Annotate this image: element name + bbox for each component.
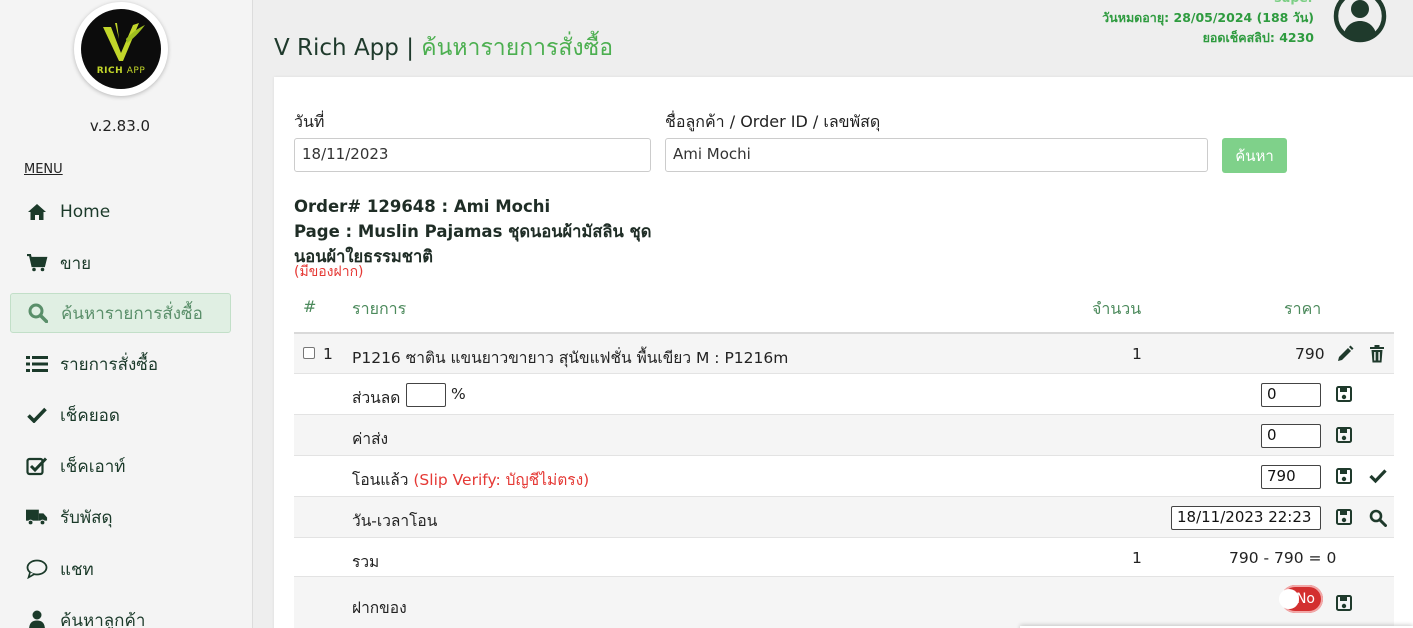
sidebar-item-label: Home: [60, 202, 111, 222]
sidebar-item-checkout[interactable]: เช็คเอาท์: [10, 446, 231, 486]
transfer-label-text: โอนแล้ว: [352, 471, 409, 489]
deposit-toggle[interactable]: No: [1279, 585, 1323, 613]
sidebar-item-label: เช็คเอาท์: [60, 456, 126, 477]
order-title: Order# 129648 : Ami Mochi: [294, 197, 551, 216]
deposit-row: ฝากของ No: [294, 576, 1394, 628]
discount-percent-input[interactable]: [406, 383, 446, 407]
page-name: ค้นหารายการสั่งซื้อ: [421, 35, 614, 61]
truck-icon: [26, 506, 48, 528]
sidebar-item-label: ขาย: [60, 253, 92, 274]
save-icon[interactable]: [1336, 595, 1354, 613]
save-icon[interactable]: [1336, 427, 1354, 445]
sidebar-item-label: รายการสั่งซื้อ: [60, 354, 159, 375]
col-header-qty: จำนวน: [1092, 299, 1142, 318]
row-qty: 1: [1132, 345, 1142, 363]
check-icon: [26, 404, 48, 426]
menu-title: MENU: [24, 162, 63, 177]
search-button[interactable]: ค้นหา: [1222, 138, 1287, 173]
search-input[interactable]: Ami Mochi: [665, 138, 1208, 172]
save-icon[interactable]: [1336, 468, 1354, 486]
transfer-time-row: วัน-เวลาโอน 18/11/2023 22:23: [294, 496, 1394, 537]
transfer-amount-input[interactable]: 790: [1261, 465, 1321, 489]
sidebar-item-chat[interactable]: แชท: [10, 549, 231, 589]
slip-balance: ยอดเช็คสลิป: 4230: [1202, 30, 1314, 45]
username: super: [1102, 0, 1314, 8]
row-num: 1: [323, 345, 333, 363]
query-label: ชื่อลูกค้า / Order ID / เลขพัสดุ: [665, 112, 881, 131]
row-checkbox[interactable]: [303, 347, 315, 359]
sidebar-item-orders[interactable]: รายการสั่งซื้อ: [10, 344, 231, 384]
table-row: 1 P1216 ซาติน แขนยาวขายาว สุนัขแฟชั่น พื…: [294, 332, 1394, 373]
discount-row: ส่วนลด % 0: [294, 373, 1394, 414]
save-icon[interactable]: [1336, 386, 1354, 404]
app-name: V Rich App |: [274, 35, 422, 61]
toggle-label: No: [1295, 591, 1315, 607]
check-icon[interactable]: [1369, 468, 1387, 486]
total-calc: 790 - 790 = 0: [1229, 549, 1337, 567]
save-icon[interactable]: [1336, 509, 1354, 527]
row-price: 790: [1295, 345, 1325, 363]
checkbox-icon: [26, 455, 48, 477]
date-label: วันที่: [294, 112, 325, 131]
transfer-time-label: วัน-เวลาโอน: [352, 512, 438, 530]
total-qty: 1: [1132, 549, 1142, 567]
percent-sign: %: [451, 385, 466, 403]
avatar[interactable]: [1332, 0, 1388, 48]
user-circle-icon: [1333, 0, 1387, 43]
user-icon: [26, 609, 48, 628]
order-info: Order# 129648 : Ami Mochi Page : Muslin …: [294, 194, 654, 269]
sidebar-item-label: ค้นหาลูกค้า: [60, 610, 146, 628]
cart-icon: [26, 252, 48, 274]
col-header-item: รายการ: [352, 299, 407, 318]
transfer-label: โอนแล้ว (Slip Verify: บัญชีไม่ตรง): [352, 467, 589, 492]
sidebar-item-sell[interactable]: ขาย: [10, 243, 231, 283]
logo-text-app: APP: [126, 66, 146, 76]
search-icon: [27, 302, 49, 324]
sidebar-item-label: เช็คยอด: [60, 405, 120, 426]
list-icon: [26, 353, 48, 375]
col-header-price: ราคา: [1284, 299, 1322, 318]
sidebar-item-label: ค้นหารายการสั่งซื้อ: [61, 303, 203, 324]
chat-icon: [26, 558, 48, 580]
deposit-label: ฝากของ: [352, 599, 407, 617]
search-card: วันที่ 18/11/2023 ชื่อลูกค้า / Order ID …: [274, 77, 1413, 628]
sidebar-item-label: รับพัสดุ: [60, 507, 113, 528]
sidebar-item-search-orders[interactable]: ค้นหารายการสั่งซื้อ: [10, 293, 231, 333]
sidebar-item-receive-parcel[interactable]: รับพัสดุ: [10, 497, 231, 537]
shipping-label: ค่าส่ง: [352, 430, 389, 448]
expiry-date: วันหมดอายุ: 28/05/2024 (188 วัน): [1102, 10, 1314, 25]
order-note: (มีของฝาก): [294, 264, 364, 280]
trash-icon[interactable]: [1369, 345, 1387, 363]
transfer-row: โอนแล้ว (Slip Verify: บัญชีไม่ตรง) 790: [294, 455, 1394, 496]
shipping-amount-input[interactable]: 0: [1261, 424, 1321, 448]
slip-verify-note: (Slip Verify: บัญชีไม่ตรง): [413, 471, 590, 489]
search-icon[interactable]: [1369, 509, 1387, 527]
sidebar-item-check-balance[interactable]: เช็คยอด: [10, 395, 231, 435]
transfer-time-input[interactable]: 18/11/2023 22:23: [1171, 506, 1321, 530]
sidebar-item-label: แชท: [60, 559, 94, 580]
row-item-name: P1216 ซาติน แขนยาวขายาว สุนัขแฟชั่น พื้น…: [352, 349, 789, 367]
total-label: รวม: [352, 553, 380, 571]
shipping-row: ค่าส่ง 0: [294, 414, 1394, 455]
user-info: super วันหมดอายุ: 28/05/2024 (188 วัน) ย…: [1102, 0, 1314, 48]
discount-label: ส่วนลด: [352, 389, 401, 407]
sidebar: RICH APP v.2.83.0 MENU Home ขาย ค้นหาราย…: [0, 0, 253, 628]
page-title: V Rich App | ค้นหารายการสั่งซื้อ: [274, 30, 613, 66]
logo-text: RICH: [96, 66, 124, 76]
logo: RICH APP: [74, 2, 168, 96]
total-row: รวม 1 790 - 790 = 0: [294, 537, 1394, 577]
v-leaf-icon: [103, 23, 145, 61]
edit-icon[interactable]: [1336, 345, 1354, 363]
col-header-num: #: [303, 297, 317, 316]
date-input[interactable]: 18/11/2023: [294, 138, 651, 172]
discount-amount-input[interactable]: 0: [1261, 383, 1321, 407]
app-version: v.2.83.0: [89, 117, 151, 135]
home-icon: [26, 201, 48, 223]
sidebar-item-search-customer[interactable]: ค้นหาลูกค้า: [10, 600, 231, 628]
sidebar-item-home[interactable]: Home: [10, 192, 231, 232]
